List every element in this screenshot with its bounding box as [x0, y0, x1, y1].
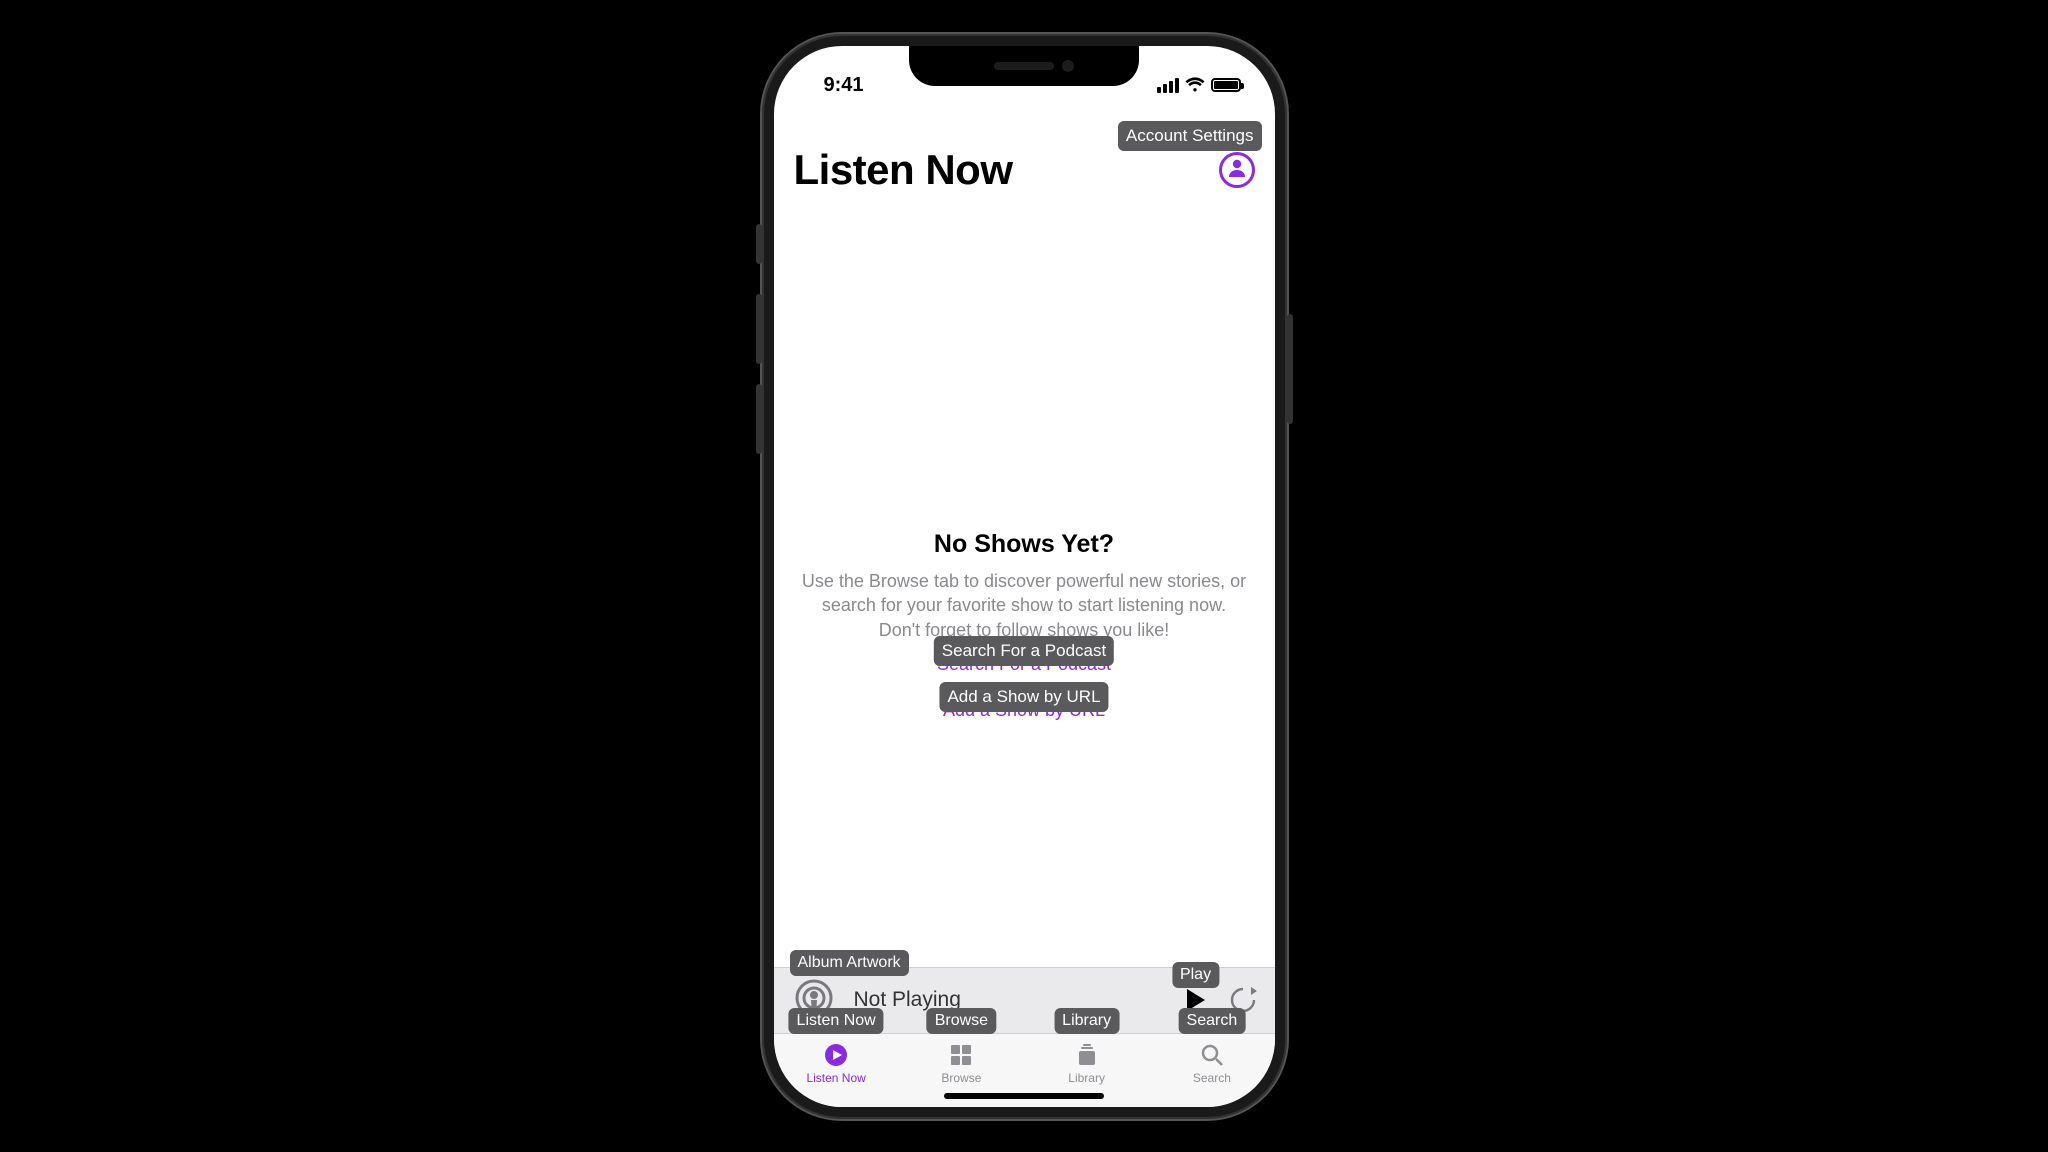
search-icon	[1200, 1042, 1224, 1068]
device-frame: 9:41 Listen Now Account Settings	[762, 34, 1287, 1119]
tooltip-search-podcast: Search For a Podcast	[934, 636, 1114, 666]
library-icon	[1075, 1042, 1099, 1068]
now-playing-status: Not Playing	[854, 988, 1167, 1012]
tab-search[interactable]: Search Search	[1149, 1034, 1274, 1093]
grid-icon	[949, 1042, 973, 1068]
battery-icon	[1211, 78, 1241, 92]
screen: 9:41 Listen Now Account Settings	[774, 46, 1275, 1107]
tab-label: Browse	[941, 1071, 981, 1085]
tooltip-album-artwork: Album Artwork	[790, 950, 909, 976]
tooltip-tab-search: Search	[1179, 1008, 1246, 1034]
home-indicator[interactable]	[944, 1093, 1104, 1099]
tooltip-add-url: Add a Show by URL	[939, 682, 1108, 712]
tab-listen-now[interactable]: Listen Now Listen Now	[774, 1034, 899, 1093]
wifi-icon	[1185, 77, 1205, 93]
person-circle-icon	[1225, 155, 1249, 184]
status-icons	[1157, 77, 1241, 93]
tab-label: Library	[1068, 1071, 1105, 1085]
tooltip-tab-browse: Browse	[927, 1008, 996, 1034]
account-button[interactable]	[1219, 152, 1255, 188]
empty-state: No Shows Yet? Use the Browse tab to disc…	[774, 530, 1275, 728]
cellular-signal-icon	[1157, 78, 1179, 93]
tooltip-tab-library: Library	[1054, 1008, 1119, 1034]
tooltip-play: Play	[1172, 962, 1219, 988]
device-notch	[909, 46, 1139, 86]
page-title: Listen Now	[794, 146, 1013, 194]
tab-label: Listen Now	[806, 1071, 865, 1085]
play-circle-icon	[824, 1042, 848, 1068]
empty-state-body: Use the Browse tab to discover powerful …	[800, 569, 1249, 642]
tab-browse[interactable]: Browse Browse	[899, 1034, 1024, 1093]
tab-library[interactable]: Library Library	[1024, 1034, 1149, 1093]
header: Listen Now Account Settings	[774, 146, 1275, 194]
clock: 9:41	[824, 74, 864, 97]
tooltip-account-settings: Account Settings	[1118, 121, 1262, 151]
tooltip-tab-listen-now: Listen Now	[789, 1008, 884, 1034]
tab-label: Search	[1193, 1071, 1231, 1085]
empty-state-title: No Shows Yet?	[800, 530, 1249, 559]
